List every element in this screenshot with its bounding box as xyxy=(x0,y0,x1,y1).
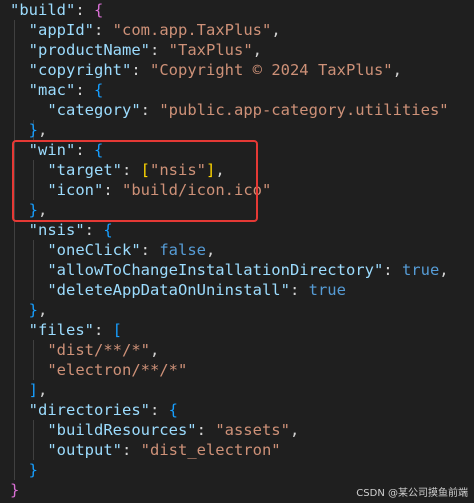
json-string: "dist/**/*" xyxy=(47,341,150,359)
json-string: "Copyright © 2024 TaxPlus" xyxy=(150,61,393,79)
code-line: "files": [ xyxy=(28,321,123,339)
json-key: "oneClick" xyxy=(47,241,141,259)
json-boolean: true xyxy=(308,281,346,299)
code-line: "build": { xyxy=(10,1,104,19)
code-line: "mac": { xyxy=(28,81,104,99)
code-line: "directories": { xyxy=(28,401,179,419)
highlight-box-win xyxy=(12,140,258,222)
watermark: CSDN @某公司摸鱼前端 xyxy=(356,488,468,499)
json-string: "com.app.TaxPlus" xyxy=(112,21,272,39)
json-string: "assets" xyxy=(215,421,290,439)
json-key: "productName" xyxy=(28,41,150,59)
code-editor[interactable]: "build": { "appId": "com.app.TaxPlus", "… xyxy=(0,0,474,503)
json-key: "directories" xyxy=(28,401,150,419)
code-line: "buildResources": "assets", xyxy=(47,421,300,439)
code-line: "productName": "TaxPlus", xyxy=(28,41,263,59)
code-line: }, xyxy=(28,301,48,319)
json-key: "build" xyxy=(10,1,76,19)
code-line: "copyright": "Copyright © 2024 TaxPlus", xyxy=(28,61,402,79)
json-key: "allowToChangeInstallationDirectory" xyxy=(47,261,384,279)
json-key: "appId" xyxy=(28,21,94,39)
code-line: }, xyxy=(28,121,48,139)
code-line: "appId": "com.app.TaxPlus", xyxy=(28,21,281,39)
json-string: "public.app-category.utilities" xyxy=(159,101,449,119)
code-line: } xyxy=(28,461,39,479)
json-key: "copyright" xyxy=(28,61,132,79)
code-line: "deleteAppDataOnUninstall": true xyxy=(47,281,346,299)
code-line: } xyxy=(10,481,20,499)
code-line: "category": "public.app-category.utiliti… xyxy=(47,101,449,119)
json-boolean: true xyxy=(401,261,440,279)
json-key: "output" xyxy=(47,441,122,459)
json-key: "category" xyxy=(47,101,141,119)
json-string: "dist_electron" xyxy=(140,441,281,459)
json-key: "mac" xyxy=(28,81,76,99)
code-line: "output": "dist_electron" xyxy=(47,441,281,459)
code-line: "dist/**/*", xyxy=(47,341,160,359)
json-key: "nsis" xyxy=(28,221,85,239)
code-line: "nsis": { xyxy=(28,221,113,239)
code-line: ], xyxy=(28,381,48,399)
json-key: "files" xyxy=(28,321,94,339)
json-key: "buildResources" xyxy=(47,421,197,439)
json-key: "deleteAppDataOnUninstall" xyxy=(47,281,290,299)
json-boolean: false xyxy=(159,241,206,259)
code-line: "electron/**/*" xyxy=(10,360,187,380)
code-line: "allowToChangeInstallationDirectory": tr… xyxy=(47,261,449,279)
json-string: "electron/**/*" xyxy=(47,361,188,379)
code-line: "oneClick": false, xyxy=(47,241,216,259)
json-string: "TaxPlus" xyxy=(168,41,253,59)
